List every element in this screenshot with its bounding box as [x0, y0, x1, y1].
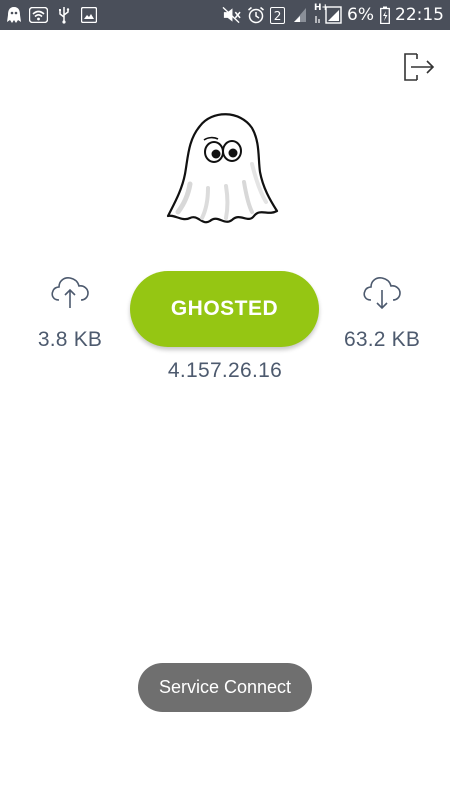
upload-value: 3.8 KB — [37, 328, 103, 351]
hplus-signal-icon: H+ — [314, 2, 342, 25]
sim-badge: 2 — [270, 6, 286, 24]
ip-address: 4.157.26.16 — [167, 359, 283, 382]
logout-icon — [404, 53, 435, 81]
download-stat: 63.2 KB — [334, 274, 430, 352]
image-icon — [79, 5, 98, 24]
status-bar-right: 2 H+ 6% 22:15 — [222, 2, 444, 26]
cloud-upload-icon — [51, 277, 89, 308]
battery-icon — [379, 6, 390, 25]
status-bar-left — [4, 5, 98, 24]
ghosted-status-button[interactable]: GHOSTED — [130, 271, 319, 347]
ghost-logo — [160, 104, 284, 228]
upload-stat: 3.8 KB — [22, 274, 118, 352]
usb-icon — [54, 5, 73, 24]
download-value: 63.2 KB — [343, 328, 421, 351]
battery-percent: 6% — [347, 5, 374, 25]
network-type-label: H+ — [314, 2, 330, 13]
clock: 22:15 — [395, 5, 444, 25]
signal-icon — [290, 6, 309, 25]
mute-icon — [222, 6, 241, 25]
wifi-icon — [29, 5, 48, 24]
status-bar: 2 H+ 6% 22:15 — [0, 0, 450, 30]
logout-button[interactable] — [400, 48, 436, 84]
ghost-icon — [166, 113, 279, 224]
toast-message: Service Connect — [138, 663, 312, 712]
alarm-icon — [246, 6, 265, 25]
cloud-download-icon — [363, 277, 401, 310]
ghost-notification-icon — [4, 5, 23, 24]
